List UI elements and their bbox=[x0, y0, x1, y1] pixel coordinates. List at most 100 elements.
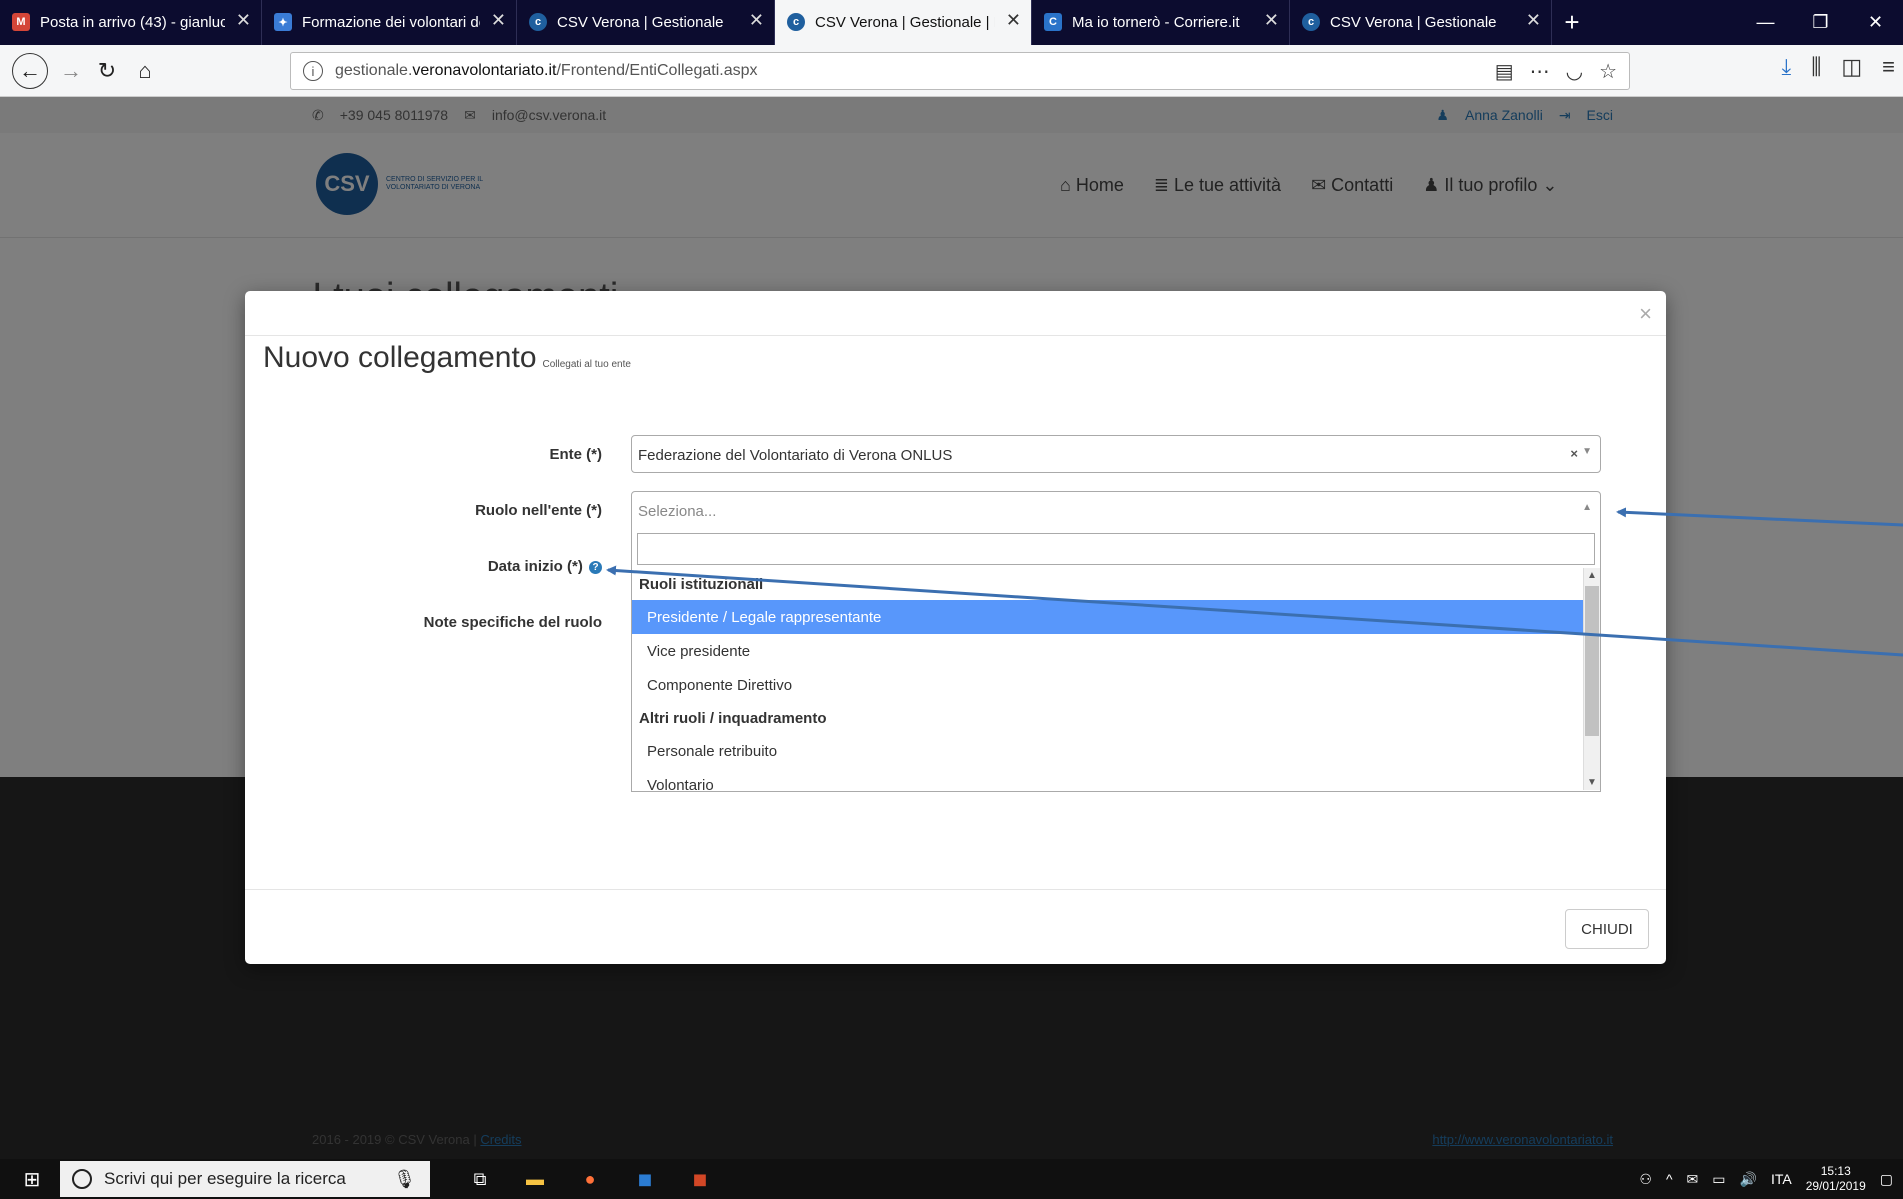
browser-nav-bar: ← → ↻ ⌂ i gestionale. veronavolontariato.… bbox=[0, 45, 1903, 97]
volume-icon[interactable]: 🔊 bbox=[1740, 1171, 1757, 1188]
url-prefix: gestionale. bbox=[335, 62, 413, 79]
close-tab-icon[interactable]: ✕ bbox=[1264, 10, 1279, 31]
url-actions: ▤ ⋯ ◡ ☆ bbox=[1495, 59, 1617, 84]
divider bbox=[245, 335, 1666, 336]
bookmark-star-icon[interactable]: ☆ bbox=[1599, 59, 1617, 84]
minimize-icon[interactable]: — bbox=[1738, 0, 1793, 45]
clock-date: 29/01/2019 bbox=[1805, 1179, 1866, 1193]
ruolo-placeholder: Seleziona... bbox=[638, 503, 717, 520]
ruolo-label: Ruolo nell'ente (*) bbox=[475, 502, 602, 519]
people-icon[interactable]: ⚇ bbox=[1639, 1171, 1652, 1188]
back-arrow-icon[interactable]: ← bbox=[12, 53, 48, 89]
generic-site-icon: ✦ bbox=[274, 13, 292, 31]
windows-start-icon[interactable]: ⊞ bbox=[8, 1159, 56, 1199]
tab-title: Posta in arrivo (43) - gianluca.r bbox=[40, 14, 225, 31]
url-path: /Frontend/EntiCollegati.aspx bbox=[556, 62, 758, 79]
ente-select[interactable]: Federazione del Volontariato di Verona O… bbox=[631, 435, 1601, 473]
menu-icon[interactable]: ≡ bbox=[1882, 54, 1895, 80]
close-icon[interactable]: × bbox=[1639, 301, 1652, 327]
dropdown-option[interactable]: Personale retribuito bbox=[632, 734, 1584, 768]
chevron-down-icon[interactable]: ▼ bbox=[1582, 446, 1592, 457]
tray-expand-icon[interactable]: ^ bbox=[1666, 1171, 1673, 1187]
clock[interactable]: 15:13 29/01/2019 bbox=[1806, 1164, 1866, 1194]
library-icon[interactable]: ⫼ bbox=[1811, 54, 1821, 80]
new-tab-button[interactable]: + bbox=[1552, 0, 1592, 45]
dropdown-option[interactable]: Presidente / Legale rappresentante bbox=[632, 600, 1584, 634]
scrollbar-thumb[interactable] bbox=[1585, 586, 1599, 736]
help-icon[interactable]: ? bbox=[589, 561, 602, 574]
ente-value: Federazione del Volontariato di Verona O… bbox=[638, 447, 953, 464]
csv-icon: c bbox=[529, 13, 547, 31]
chevron-up-icon[interactable]: ▲ bbox=[1582, 502, 1592, 513]
scroll-down-icon[interactable]: ▼ bbox=[1587, 777, 1597, 788]
ruolo-select[interactable]: Seleziona... ▲ bbox=[631, 491, 1601, 529]
taskbar-search[interactable]: Scrivi qui per eseguire la ricerca 🎙 bbox=[60, 1161, 430, 1197]
forward-arrow-icon[interactable]: → bbox=[54, 54, 88, 88]
task-view-icon[interactable]: ⧉ bbox=[455, 1159, 505, 1199]
close-tab-icon[interactable]: ✕ bbox=[491, 10, 506, 31]
reload-icon[interactable]: ↻ bbox=[90, 54, 124, 88]
window-controls: — ❐ ✕ bbox=[1738, 0, 1903, 45]
system-tray: ⚇ ^ ✉ ▭ 🔊 ITA 15:13 29/01/2019 ▢ bbox=[1639, 1159, 1903, 1199]
new-link-modal: × Nuovo collegamento Collegati al tuo ent… bbox=[245, 291, 1666, 964]
modal-title: Nuovo collegamento Collegati al tuo ente bbox=[263, 341, 631, 374]
option-group-label: Altri ruoli / inquadramento bbox=[639, 710, 827, 727]
corriere-icon: C bbox=[1044, 13, 1062, 31]
browser-tab[interactable]: ✦ Formazione dei volontari del Se ✕ bbox=[262, 0, 517, 45]
close-button[interactable]: CHIUDI bbox=[1565, 909, 1649, 949]
window-close-icon[interactable]: ✕ bbox=[1848, 0, 1903, 45]
browser-tab[interactable]: C Ma io tornerò - Corriere.it ✕ bbox=[1032, 0, 1290, 45]
close-tab-icon[interactable]: ✕ bbox=[1006, 10, 1021, 31]
sidebar-icon[interactable]: ◫ bbox=[1841, 54, 1862, 80]
taskbar-search-placeholder: Scrivi qui per eseguire la ricerca bbox=[104, 1169, 346, 1188]
close-tab-icon[interactable]: ✕ bbox=[749, 10, 764, 31]
browser-tab[interactable]: M Posta in arrivo (43) - gianluca.r ✕ bbox=[0, 0, 262, 45]
tab-title: Ma io tornerò - Corriere.it bbox=[1072, 14, 1240, 31]
data-inizio-label: Data inizio (*) ? bbox=[488, 558, 602, 575]
scroll-up-icon[interactable]: ▲ bbox=[1587, 570, 1597, 581]
csv-icon: c bbox=[1302, 13, 1320, 31]
gmail-icon: M bbox=[12, 13, 30, 31]
tab-title: CSV Verona | Gestionale | Fronte bbox=[815, 14, 995, 31]
file-explorer-icon[interactable]: ▬ bbox=[510, 1159, 560, 1199]
tab-title: Formazione dei volontari del Se bbox=[302, 14, 480, 31]
browser-tab[interactable]: c CSV Verona | Gestionale ✕ bbox=[517, 0, 775, 45]
mail-tray-icon[interactable]: ✉ bbox=[1687, 1171, 1699, 1188]
close-tab-icon[interactable]: ✕ bbox=[1526, 10, 1541, 31]
close-tab-icon[interactable]: ✕ bbox=[236, 10, 251, 31]
notifications-icon[interactable]: ▢ bbox=[1880, 1171, 1893, 1188]
dropdown-scrollbar[interactable]: ▲ ▼ bbox=[1583, 568, 1600, 790]
network-icon[interactable]: ▭ bbox=[1712, 1171, 1725, 1188]
outlook-icon[interactable]: ◼ bbox=[620, 1159, 670, 1199]
page-actions-icon[interactable]: ⋯ bbox=[1530, 59, 1550, 84]
clear-icon[interactable]: × bbox=[1570, 446, 1578, 461]
note-label: Note specifiche del ruolo bbox=[423, 614, 602, 631]
toolbar-right: ⤓ ⫼ ◫ ≡ bbox=[1782, 54, 1903, 80]
dropdown-list: Ruoli istituzionali Presidente / Legale … bbox=[632, 568, 1584, 790]
download-icon[interactable]: ⤓ bbox=[1782, 54, 1792, 80]
csv-icon: c bbox=[787, 13, 805, 31]
pocket-icon[interactable]: ◡ bbox=[1566, 59, 1583, 84]
powerpoint-icon[interactable]: ◼ bbox=[675, 1159, 725, 1199]
language-indicator[interactable]: ITA bbox=[1771, 1171, 1792, 1187]
dropdown-search-input[interactable] bbox=[637, 533, 1595, 565]
divider bbox=[245, 889, 1666, 890]
site-info-icon[interactable]: i bbox=[303, 61, 323, 81]
ente-label: Ente (*) bbox=[549, 446, 603, 463]
url-bar[interactable]: i gestionale. veronavolontariato.it/Front… bbox=[290, 52, 1630, 90]
restore-icon[interactable]: ❐ bbox=[1793, 0, 1848, 45]
cortana-icon bbox=[72, 1169, 92, 1189]
browser-tab-active[interactable]: c CSV Verona | Gestionale | Fronte ✕ bbox=[775, 0, 1032, 45]
microphone-icon[interactable]: 🎙 bbox=[393, 1169, 416, 1190]
option-group-label: Ruoli istituzionali bbox=[639, 576, 764, 593]
dropdown-option[interactable]: Vice presidente bbox=[632, 634, 1584, 668]
dropdown-option[interactable]: Volontario bbox=[632, 768, 1584, 790]
tab-title: CSV Verona | Gestionale bbox=[1330, 14, 1497, 31]
clock-time: 15:13 bbox=[1820, 1164, 1851, 1178]
home-icon[interactable]: ⌂ bbox=[128, 54, 162, 88]
dropdown-option[interactable]: Componente Direttivo bbox=[632, 668, 1584, 702]
browser-tab[interactable]: c CSV Verona | Gestionale ✕ bbox=[1290, 0, 1552, 45]
ruolo-dropdown: Ruoli istituzionali Presidente / Legale … bbox=[631, 528, 1601, 792]
firefox-icon[interactable]: ● bbox=[565, 1159, 615, 1199]
reader-view-icon[interactable]: ▤ bbox=[1495, 59, 1514, 84]
